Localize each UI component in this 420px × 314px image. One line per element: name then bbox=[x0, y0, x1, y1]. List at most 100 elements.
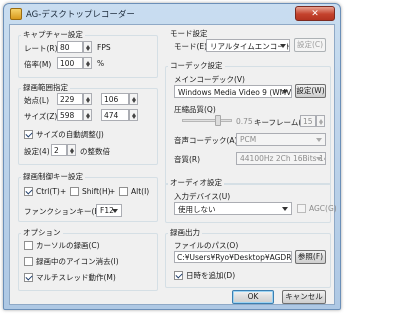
ctrl-label: Ctrl(T) bbox=[36, 187, 60, 196]
agc-check-icon[interactable] bbox=[297, 204, 306, 213]
cursor-checkbox[interactable]: カーソルの録画(C) bbox=[24, 240, 100, 251]
chevron-down-icon bbox=[316, 138, 322, 142]
main-codec-value: Windows Media Video 9 (WMV形式) bbox=[178, 88, 292, 97]
origin-x-spinner[interactable] bbox=[83, 93, 92, 105]
cursor-check-icon[interactable] bbox=[24, 241, 33, 250]
main-codec-select[interactable]: Windows Media Video 9 (WMV形式) bbox=[174, 85, 292, 98]
cancel-button[interactable]: キャンセル bbox=[282, 290, 326, 304]
keyframe-input[interactable]: 15 bbox=[300, 115, 316, 127]
agc-label: AGC(G) bbox=[309, 204, 337, 213]
date-checkbox[interactable]: 日時を追加(D) bbox=[174, 270, 235, 281]
mode-label: モード(E) bbox=[174, 42, 208, 51]
icon-hide-check-icon[interactable] bbox=[24, 257, 33, 266]
scale-spinner[interactable] bbox=[83, 57, 92, 69]
chevron-down-icon bbox=[282, 207, 288, 211]
keyframe-spinner[interactable] bbox=[316, 115, 325, 127]
audio-quality-value: 44100Hz 2Ch 16Bits 1411kbps bbox=[240, 154, 325, 163]
origin-y-spinner[interactable] bbox=[129, 93, 138, 105]
rate-label: レート(R) bbox=[24, 44, 58, 53]
origin-y-input[interactable]: 106 bbox=[101, 93, 129, 105]
mode-setting-button[interactable]: 設定(C) bbox=[294, 38, 326, 52]
cursor-label: カーソルの録画(C) bbox=[36, 241, 100, 250]
area-legend: 録画範囲指定 bbox=[21, 82, 70, 93]
rate-unit: FPS bbox=[97, 43, 111, 52]
agc-checkbox[interactable]: AGC(G) bbox=[297, 204, 337, 213]
date-check-icon[interactable] bbox=[174, 271, 183, 280]
path-label: ファイルのパス(O) bbox=[174, 241, 239, 250]
window-title: AG-デスクトップレコーダー bbox=[26, 10, 135, 20]
alt-checkbox[interactable]: Alt(I) bbox=[119, 187, 149, 196]
dialog-client: キャプチャー設定 レート(R) 80 FPS 倍率(M) 100 % 録画範囲指… bbox=[9, 24, 337, 305]
ctrl-checkbox[interactable]: Ctrl(T) bbox=[24, 187, 60, 196]
audio-codec-value: PCM bbox=[240, 135, 257, 144]
main-codec-label: メインコーデック(V) bbox=[174, 75, 245, 84]
chevron-down-icon bbox=[112, 209, 118, 213]
multithread-checkbox[interactable]: マルチスレッド動作(M) bbox=[24, 272, 116, 283]
options-legend: オプション bbox=[21, 227, 63, 238]
codec-setting-button[interactable]: 設定(W) bbox=[295, 84, 326, 98]
output-legend: 録画出力 bbox=[168, 227, 202, 238]
close-button[interactable]: ✕ bbox=[295, 6, 335, 21]
title-bar[interactable]: AG-デスクトップレコーダー ✕ bbox=[4, 4, 340, 24]
icon-hide-label: 録画中のアイコン消去(I) bbox=[36, 257, 119, 266]
setting-suffix: の整数倍 bbox=[80, 147, 110, 156]
fkey-select[interactable]: F12 bbox=[96, 204, 122, 217]
audio-codec-select[interactable]: PCM bbox=[236, 133, 326, 146]
fkey-label: ファンクションキー(E) bbox=[24, 207, 103, 216]
input-device-label: 入力デバイス(U) bbox=[174, 192, 231, 201]
mode-select[interactable]: リアルタイムエンコード bbox=[206, 39, 290, 52]
mode-legend: モード設定 bbox=[168, 28, 210, 39]
shift-label: Shift(H) bbox=[82, 187, 111, 196]
hotkey-legend: 録画制御キー設定 bbox=[21, 171, 85, 182]
rate-input[interactable]: 80 bbox=[57, 41, 83, 53]
size-h-input[interactable]: 474 bbox=[101, 109, 129, 121]
chevron-down-icon bbox=[282, 90, 288, 94]
capture-legend: キャプチャー設定 bbox=[21, 29, 85, 40]
app-window: AG-デスクトップレコーダー ✕ キャプチャー設定 レート(R) 80 FPS … bbox=[3, 3, 341, 310]
alt-check-icon[interactable] bbox=[119, 187, 128, 196]
audio-codec-label: 音声コーデック(A) bbox=[174, 136, 238, 145]
size-label: サイズ(Z) bbox=[24, 112, 58, 121]
setting-label: 設定(4) bbox=[24, 147, 50, 156]
auto-adjust-label: サイズの自動調整(J) bbox=[36, 130, 104, 139]
app-icon bbox=[10, 8, 22, 20]
browse-button[interactable]: 参照(F) bbox=[295, 250, 326, 264]
size-h-spinner[interactable] bbox=[129, 109, 138, 121]
scale-label: 倍率(M) bbox=[24, 60, 52, 69]
mode-value: リアルタイムエンコード bbox=[210, 42, 290, 51]
audio-quality-label: 音質(R) bbox=[174, 155, 201, 164]
alt-label: Alt(I) bbox=[131, 187, 150, 196]
ok-button[interactable]: OK bbox=[232, 290, 274, 304]
shift-checkbox[interactable]: Shift(H) bbox=[70, 187, 111, 196]
auto-adjust-check-icon[interactable] bbox=[24, 130, 33, 139]
chevron-down-icon bbox=[280, 44, 286, 48]
ctrl-check-icon[interactable] bbox=[24, 187, 33, 196]
input-device-value: 使用しない bbox=[178, 205, 216, 214]
quality-label: 圧縮品質(Q) bbox=[174, 105, 216, 114]
quality-value: 0.75 bbox=[236, 117, 253, 126]
chevron-down-icon bbox=[316, 157, 322, 161]
origin-x-input[interactable]: 229 bbox=[57, 93, 83, 105]
path-input[interactable]: C:¥Users¥Ryo¥Desktop¥AGDRec.wmv bbox=[174, 251, 292, 263]
audio-legend: オーディオ設定 bbox=[168, 177, 224, 188]
shift-check-icon[interactable] bbox=[70, 187, 79, 196]
origin-label: 始点(L) bbox=[24, 96, 50, 105]
setting-input[interactable]: 2 bbox=[51, 144, 67, 156]
scale-input[interactable]: 100 bbox=[57, 57, 83, 69]
size-w-input[interactable]: 598 bbox=[57, 109, 83, 121]
plus-sign-1: + bbox=[60, 187, 67, 196]
setting-spinner[interactable] bbox=[67, 144, 76, 156]
auto-adjust-checkbox[interactable]: サイズの自動調整(J) bbox=[24, 129, 104, 140]
input-device-select[interactable]: 使用しない bbox=[174, 202, 292, 215]
multithread-check-icon[interactable] bbox=[24, 273, 33, 282]
date-label: 日時を追加(D) bbox=[186, 271, 236, 280]
size-w-spinner[interactable] bbox=[83, 109, 92, 121]
codec-legend: コーデック設定 bbox=[168, 60, 225, 71]
quality-slider-track[interactable] bbox=[182, 119, 232, 122]
rate-spinner[interactable] bbox=[83, 41, 92, 53]
quality-slider-thumb[interactable] bbox=[215, 115, 221, 126]
plus-sign-2: + bbox=[109, 187, 116, 196]
scale-unit: % bbox=[97, 59, 105, 68]
audio-quality-select[interactable]: 44100Hz 2Ch 16Bits 1411kbps bbox=[236, 152, 326, 165]
icon-hide-checkbox[interactable]: 録画中のアイコン消去(I) bbox=[24, 256, 119, 267]
